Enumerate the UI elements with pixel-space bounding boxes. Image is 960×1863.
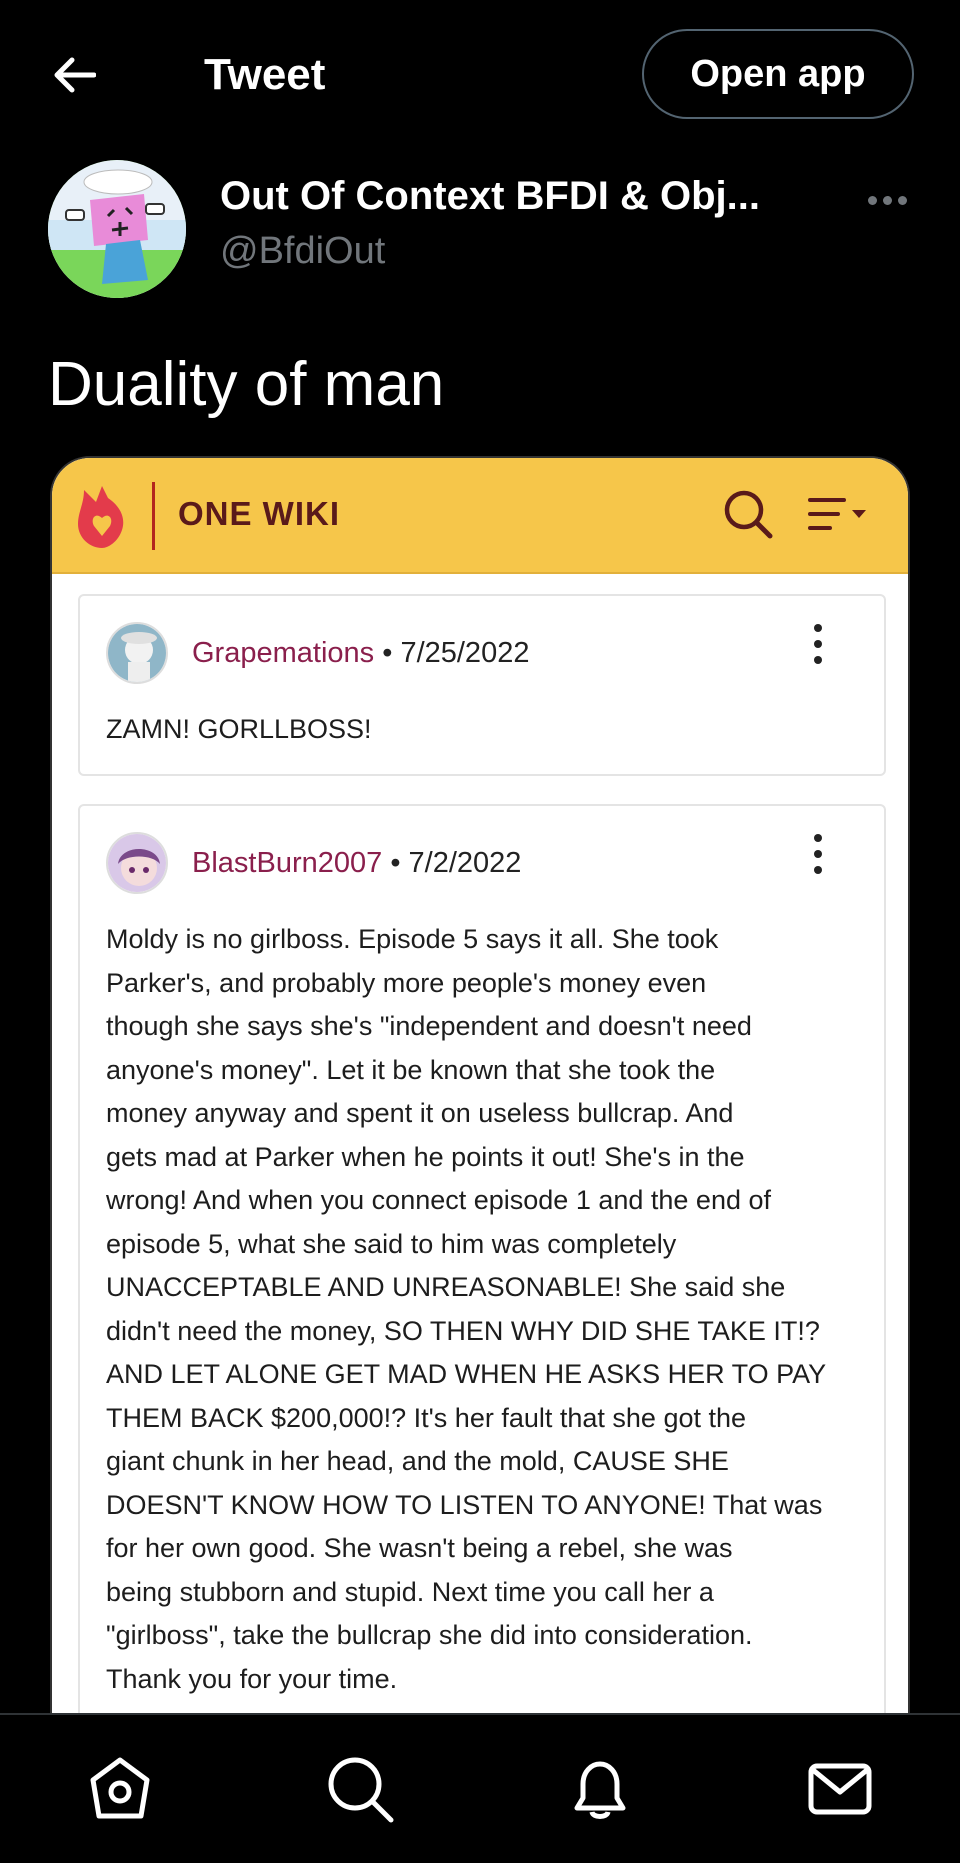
comment-card: Grapemations • 7/25/2022 ZAMN! GORLLBOSS…: [78, 594, 886, 776]
back-button[interactable]: [44, 50, 104, 100]
author-display-name[interactable]: Out Of Context BFDI & Obj...: [220, 172, 760, 220]
more-options-icon[interactable]: [862, 180, 912, 220]
mail-icon[interactable]: [804, 1753, 876, 1825]
commenter-name[interactable]: Grapemations: [192, 637, 374, 669]
open-app-button[interactable]: Open app: [642, 29, 914, 119]
separator: •: [382, 637, 393, 669]
page-title: Tweet: [204, 50, 326, 99]
search-icon: [724, 490, 773, 539]
wiki-name: ONE WIKI: [178, 495, 340, 532]
kebab-menu-icon: [810, 624, 826, 664]
menu-icon: [808, 498, 866, 530]
commenter-name[interactable]: BlastBurn2007: [192, 847, 382, 879]
divider: [152, 482, 155, 550]
author-handle[interactable]: @BfdiOut: [220, 228, 385, 274]
bell-icon[interactable]: [564, 1753, 636, 1825]
comment-date: 7/2/2022: [408, 847, 522, 879]
commenter-avatar: [106, 832, 168, 894]
home-icon[interactable]: [84, 1753, 156, 1825]
tweet-author: Out Of Context BFDI & Obj... @BfdiOut: [0, 150, 960, 310]
separator: •: [390, 847, 401, 879]
tweet-media-image[interactable]: ONE WIKI Grapemations • 7/25/2022 ZAMN! …: [50, 456, 910, 1863]
tweet-text: Duality of man: [48, 350, 445, 419]
comment-card: BlastBurn2007 • 7/2/2022 Moldy is no gir…: [78, 804, 886, 1863]
comment-meta: Grapemations • 7/25/2022: [192, 634, 529, 672]
avatar-image: [48, 160, 186, 298]
comment-meta: BlastBurn2007 • 7/2/2022: [192, 844, 521, 882]
fandom-flame-icon: [78, 486, 124, 548]
commenter-avatar: [106, 622, 168, 684]
search-icon[interactable]: [324, 1753, 396, 1825]
comment-body: ZAMN! GORLLBOSS!: [106, 714, 372, 744]
wiki-header: ONE WIKI: [52, 458, 908, 574]
kebab-menu-icon: [810, 834, 826, 874]
arrow-left-icon: [54, 57, 96, 93]
comment-date: 7/25/2022: [400, 637, 530, 669]
avatar[interactable]: [48, 160, 186, 298]
top-bar: Tweet Open app: [0, 0, 960, 150]
comment-body: Moldy is no girlboss. Episode 5 says it …: [106, 924, 827, 1694]
bottom-nav: [0, 1713, 960, 1863]
